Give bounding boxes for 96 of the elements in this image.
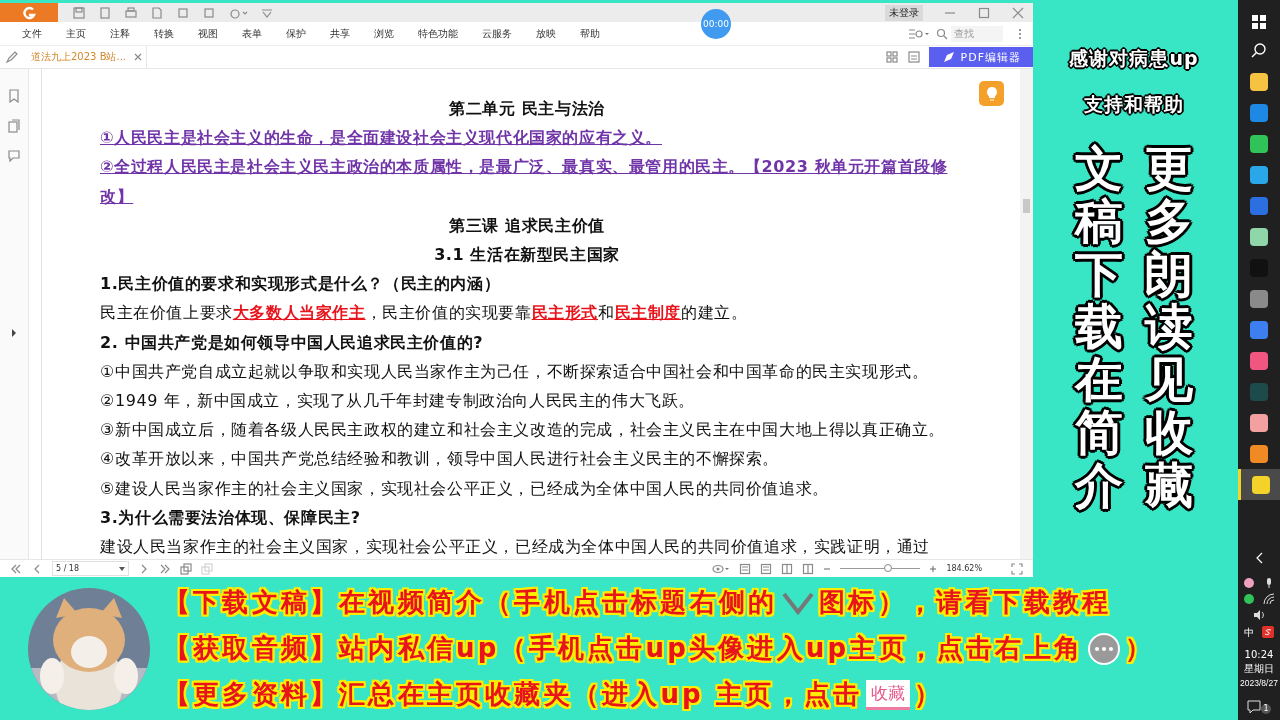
pen-nib-icon (942, 51, 955, 63)
banner-text: 图标），请看下载教程 (819, 586, 1112, 619)
document-icon[interactable] (150, 5, 164, 20)
favorite-badge: 收藏 (866, 679, 911, 710)
vertical-text: 文稿下载在简介 (1075, 142, 1123, 512)
question-heading: 2. 中国共产党是如何领导中国人民追求民主价值的? (100, 331, 485, 354)
maximize-icon[interactable] (977, 5, 991, 20)
paragraph: ④改革开放以来，中国共产党总结经验和教训，领导中国人民进行社会主义民主的不懈探索。 (100, 448, 780, 471)
banner-text: ） (914, 678, 944, 711)
grid-view-icon[interactable] (884, 50, 899, 64)
continuous-page-icon[interactable] (760, 562, 773, 575)
pdf-editor-button[interactable]: PDF编辑器 (928, 47, 1033, 67)
page-icon[interactable] (98, 5, 112, 20)
scrollbar-thumb[interactable] (1023, 199, 1030, 213)
bookmark-icon[interactable] (7, 89, 21, 103)
menu-item[interactable]: 表单 (242, 26, 262, 41)
input-method[interactable]: 中 (1244, 626, 1254, 640)
tab-label: 道法九上2023 B站... (31, 50, 127, 64)
expand-icon[interactable] (11, 329, 17, 337)
timer-badge: 00:00 (701, 9, 731, 39)
notification-button[interactable]: 1 (1247, 700, 1271, 714)
menu-item[interactable]: 转换 (154, 26, 174, 41)
view-options-icon[interactable] (908, 26, 930, 41)
menu-item[interactable]: 帮助 (580, 26, 600, 41)
panel-icon[interactable] (906, 50, 921, 64)
first-page-icon[interactable] (10, 562, 22, 575)
menu-item[interactable]: 保护 (286, 26, 306, 41)
wifi-icon[interactable] (1263, 593, 1275, 605)
promo-text: 感谢对病患up (1069, 46, 1199, 71)
section-title: 3.1 生活在新型民主国家 (433, 244, 621, 266)
paragraph: ⑤建设人民当家作主的社会主义国家，实现社会公平正义，已经成为全体中国人民的共同价值追求。 (100, 477, 830, 500)
page-number: 5 / 18 (56, 564, 80, 573)
two-page-icon[interactable] (781, 562, 794, 575)
promo-text: 支持和帮助 (1084, 92, 1184, 117)
single-page-icon[interactable] (739, 562, 752, 575)
search-field[interactable]: 查找 (951, 25, 1003, 42)
clock-date: 2023/8/27 (1240, 677, 1278, 690)
close-icon[interactable] (1011, 5, 1025, 20)
more-icon[interactable] (1017, 26, 1023, 41)
close-icon[interactable] (134, 53, 143, 61)
menu-item[interactable]: 浏览 (374, 26, 394, 41)
pen-icon[interactable] (5, 50, 19, 64)
copy-icon[interactable] (180, 562, 193, 575)
comment-icon[interactable] (7, 149, 21, 163)
menu-item[interactable]: 放映 (536, 26, 556, 41)
chat-bubble-icon (1086, 631, 1121, 666)
slider-thumb[interactable] (884, 564, 893, 572)
section-title: 第二单元 民主与法治 (448, 98, 606, 120)
banner-text: 【下载文稿】在视频简介（手机点击标题右侧的 (164, 586, 778, 619)
menu-item[interactable]: 云服务 (482, 26, 512, 41)
fullscreen-icon[interactable] (1011, 562, 1023, 575)
chat-icon[interactable] (1243, 593, 1255, 605)
taskbar-app[interactable] (1238, 469, 1280, 500)
paragraph: ①中国共产党自成立起就以争取和实现人民当家作主为己任，不断探索适合中国社会和中国革命的民主实现形式。 (100, 360, 930, 383)
paragraph: 建设人民当家作主的社会主义国家，实现社会公平正义，已经成为全体中国人民的共同价值追求，实践证明，通过 (100, 536, 931, 559)
chevron-left-icon[interactable] (1255, 552, 1263, 564)
banner-text: 【更多资料】汇总在主页收藏夹（进入up 主页，点击 (164, 678, 863, 711)
pages-icon[interactable] (7, 119, 21, 133)
menu-item[interactable]: 主页 (66, 26, 86, 41)
clock-time: 10:24 (1244, 648, 1274, 662)
search-icon[interactable] (1251, 42, 1267, 58)
logo-icon (22, 5, 36, 20)
notification-count: 1 (1261, 704, 1271, 714)
zoom-in-icon[interactable] (929, 564, 938, 573)
question-heading: 3.为什么需要法治体现、保障民主? (100, 506, 362, 529)
notification-icon (1247, 700, 1261, 714)
tip-button[interactable] (979, 81, 1004, 106)
start-icon[interactable] (1251, 14, 1267, 30)
menu-item[interactable]: 共享 (330, 26, 350, 41)
eye-icon[interactable] (712, 562, 731, 575)
two-page-scroll-icon[interactable] (802, 562, 815, 575)
app-icon[interactable] (1262, 626, 1274, 638)
print-icon[interactable] (124, 5, 138, 20)
paragraph: 民主在价值上要求大多数人当家作主，民主价值的实现要靠民主形式和民主制度的建立。 (100, 302, 749, 325)
save-icon[interactable] (72, 5, 86, 20)
menu-item[interactable]: 注释 (110, 26, 130, 41)
menu-item[interactable]: 视图 (198, 26, 218, 41)
paragraph: ②1949 年，新中国成立，实现了从几千年封建专制政治向人民民主的伟大飞跃。 (100, 390, 696, 413)
menu-item[interactable]: 文件 (22, 26, 42, 41)
lightbulb-icon (984, 85, 999, 102)
menu-item[interactable]: 特色功能 (418, 26, 458, 41)
clock[interactable]: 10:24 星期日 2023/8/27 (1240, 648, 1278, 690)
dropdown-icon (119, 566, 126, 571)
login-label[interactable]: 未登录 (885, 4, 923, 21)
zoom-value[interactable]: 184.62% (946, 564, 982, 573)
question-heading: 1.民主价值的要求和实现形式是什么？（民主的内涵） (100, 273, 502, 296)
paragraph: ③新中国成立后，随着各级人民民主政权的建立和社会主义改造的完成，社会主义民主在中国大地上得以真正确立。 (100, 419, 946, 442)
last-page-icon[interactable] (159, 562, 172, 575)
banner-text: ） (1124, 632, 1155, 665)
clock-weekday: 星期日 (1244, 662, 1274, 676)
volume-icon[interactable] (1253, 609, 1265, 621)
flower-icon[interactable] (1243, 577, 1255, 589)
section-title: 第三课 追求民主价值 (448, 214, 606, 237)
vertical-text: 更多朗读见收藏 (1145, 142, 1193, 512)
banner-text: 【获取音频】站内私信up（手机点击up头像进入up主页，点击右上角 (164, 632, 1083, 665)
page-field[interactable]: 5 / 18 (52, 561, 130, 576)
